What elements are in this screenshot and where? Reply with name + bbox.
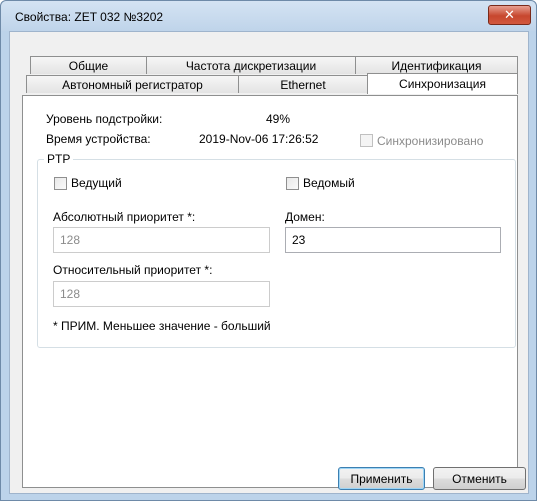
priority-note: * ПРИМ. Меньшее значение - больший <box>53 319 271 333</box>
relative-priority-label: Относительный приоритет *: <box>53 263 213 277</box>
absolute-priority-label: Абсолютный приоритет *: <box>53 210 196 224</box>
master-label: Ведущий <box>71 176 122 190</box>
apply-button-label: Применить <box>350 471 413 486</box>
domain-input[interactable]: 23 <box>285 227 501 253</box>
master-checkbox[interactable] <box>54 177 67 190</box>
apply-button[interactable]: Применить <box>338 467 425 490</box>
relative-priority-value: 128 <box>60 287 81 301</box>
domain-value: 23 <box>292 233 306 247</box>
absolute-priority-input[interactable]: 128 <box>53 227 270 253</box>
relative-priority-input[interactable]: 128 <box>53 281 270 307</box>
absolute-priority-value: 128 <box>60 233 81 247</box>
slave-checkbox[interactable] <box>286 177 299 190</box>
cancel-button-label: Отменить <box>452 471 507 486</box>
ptp-content: Ведущий Ведомый Абсолютный приоритет *: … <box>0 0 537 501</box>
domain-label: Домен: <box>285 210 325 224</box>
cancel-button[interactable]: Отменить <box>433 467 526 490</box>
slave-label: Ведомый <box>303 176 355 190</box>
